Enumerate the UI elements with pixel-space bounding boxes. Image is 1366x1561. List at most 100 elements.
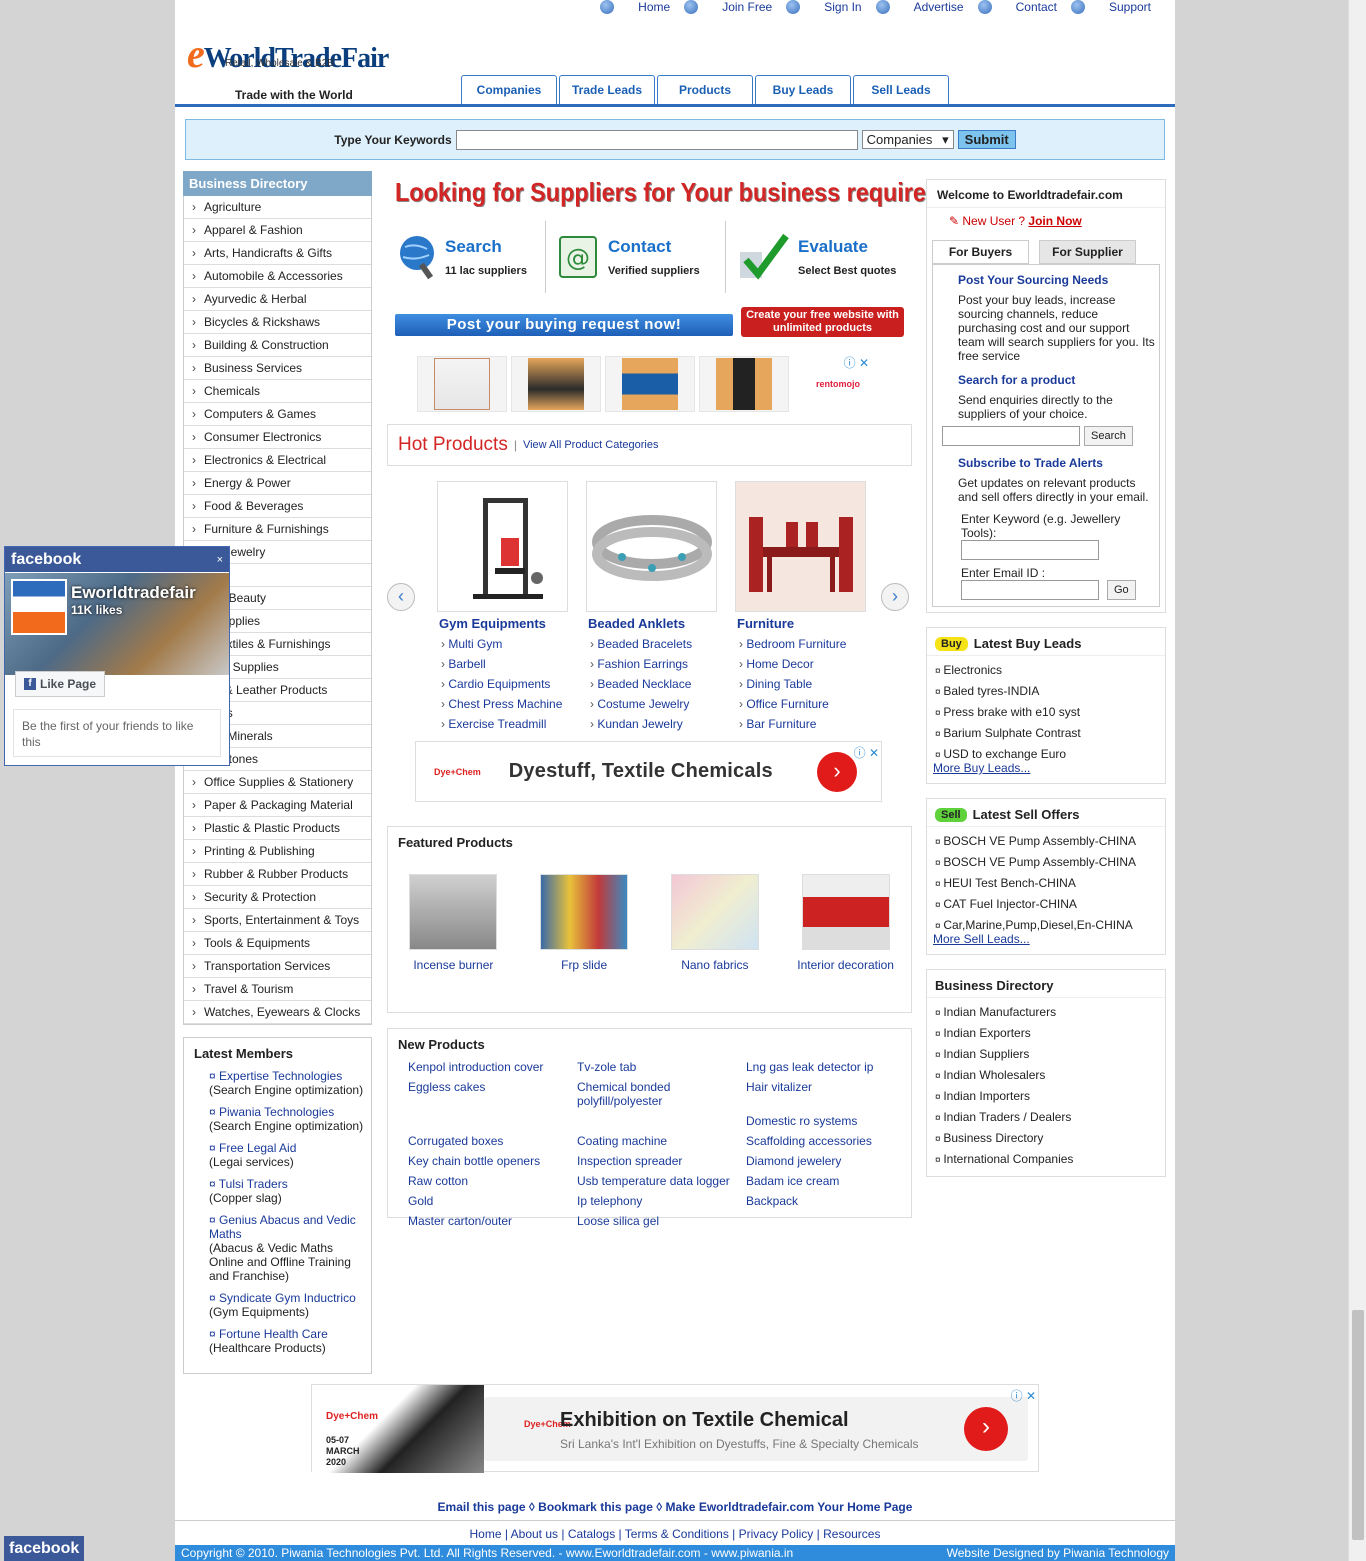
hot-subcategory-link[interactable]: Multi Gym: [441, 637, 577, 651]
ad-info-icon[interactable]: ⓘ ✕: [1011, 1387, 1036, 1404]
search-input[interactable]: [455, 129, 858, 150]
category-item[interactable]: Consumer Electronics: [184, 426, 371, 449]
bdir-link[interactable]: Indian Traders / Dealers: [927, 1107, 1165, 1128]
new-product-link[interactable]: Usb temperature data logger: [577, 1174, 746, 1188]
category-item[interactable]: Watches, Eyewears & Clocks: [184, 1001, 371, 1024]
bdir-link[interactable]: Indian Exporters: [927, 1023, 1165, 1044]
bdir-link[interactable]: Indian Wholesalers: [927, 1065, 1165, 1086]
hot-subcategory-link[interactable]: Office Furniture: [739, 697, 875, 711]
footer-link[interactable]: Resources: [823, 1527, 880, 1541]
footer-link[interactable]: Home: [470, 1527, 502, 1541]
nav-join-free[interactable]: Join Free: [684, 0, 772, 14]
hot-category-name[interactable]: Gym Equipments: [439, 616, 577, 631]
create-free-website-button[interactable]: Create your free website with unlimited …: [741, 307, 904, 337]
category-item[interactable]: Printing & Publishing: [184, 840, 371, 863]
sell-offer-item[interactable]: Car,Marine,Pump,Diesel,En-CHINA: [927, 915, 1165, 932]
category-item[interactable]: Furniture & Furnishings: [184, 518, 371, 541]
category-item[interactable]: Paper & Packaging Material: [184, 794, 371, 817]
post-sourcing-link[interactable]: Post Your Sourcing Needs: [958, 273, 1155, 287]
new-product-link[interactable]: Coating machine: [577, 1134, 746, 1148]
alert-keyword-input[interactable]: [961, 540, 1099, 560]
sell-offer-item[interactable]: BOSCH VE Pump Assembly-CHINA: [927, 852, 1165, 873]
buy-lead-item[interactable]: Baled tyres-INDIA: [927, 681, 1165, 702]
category-item[interactable]: Food & Beverages: [184, 495, 371, 518]
member-name-link[interactable]: Tulsi Traders: [209, 1177, 371, 1191]
category-item[interactable]: Plastic & Plastic Products: [184, 817, 371, 840]
carousel-prev-button[interactable]: ‹: [387, 583, 415, 611]
furniture-image[interactable]: [735, 481, 866, 612]
tab-for-buyers[interactable]: For Buyers: [932, 240, 1029, 264]
nav-advertise[interactable]: Advertise: [875, 0, 964, 14]
category-item[interactable]: Apparel & Fashion: [184, 219, 371, 242]
ad-thumb[interactable]: [417, 356, 508, 412]
new-product-link[interactable]: Hair vitalizer: [746, 1080, 906, 1108]
bdir-link[interactable]: Business Directory: [927, 1128, 1165, 1149]
close-icon[interactable]: ×: [217, 554, 223, 566]
category-item[interactable]: Sports, Entertainment & Toys: [184, 909, 371, 932]
hot-subcategory-link[interactable]: Cardio Equipments: [441, 677, 577, 691]
category-item[interactable]: Agriculture: [184, 196, 371, 219]
category-item[interactable]: Arts, Handicrafts & Gifts: [184, 242, 371, 265]
new-product-link[interactable]: Kenpol introduction cover: [408, 1060, 577, 1074]
view-all-categories-link[interactable]: View All Product Categories: [523, 439, 659, 451]
tab-products[interactable]: Products: [657, 75, 753, 104]
nav-support[interactable]: Support: [1070, 0, 1151, 14]
new-product-link[interactable]: Ip telephony: [577, 1194, 746, 1208]
scrollbar-thumb[interactable]: [1352, 1310, 1364, 1540]
bdir-link[interactable]: Indian Importers: [927, 1086, 1165, 1107]
facebook-page-name[interactable]: Eworldtradefair: [71, 583, 196, 603]
category-item[interactable]: Security & Protection: [184, 886, 371, 909]
category-item[interactable]: Rubber & Rubber Products: [184, 863, 371, 886]
new-product-link[interactable]: Eggless cakes: [408, 1080, 577, 1108]
tab-buy-leads[interactable]: Buy Leads: [755, 75, 851, 104]
hot-subcategory-link[interactable]: Barbell: [441, 657, 577, 671]
bdir-link[interactable]: Indian Manufacturers: [927, 1002, 1165, 1023]
new-product-link[interactable]: Diamond jewelery: [746, 1154, 906, 1168]
tab-sell-leads[interactable]: Sell Leads: [853, 75, 949, 104]
category-item[interactable]: Automobile & Accessories: [184, 265, 371, 288]
post-buying-request-button[interactable]: Post your buying request now!: [395, 314, 733, 336]
buy-lead-item[interactable]: Press brake with e10 syst: [927, 702, 1165, 723]
member-name-link[interactable]: Expertise Technologies: [209, 1069, 371, 1083]
featured-item[interactable]: Nano fabrics: [660, 874, 770, 972]
scrollbar[interactable]: [1348, 0, 1366, 1561]
footer-link[interactable]: Terms & Conditions: [625, 1527, 729, 1541]
new-product-link[interactable]: Master carton/outer: [408, 1214, 577, 1228]
chevron-right-icon[interactable]: ›: [964, 1407, 1008, 1451]
category-item[interactable]: Ayurvedic & Herbal: [184, 288, 371, 311]
more-sell-leads-link[interactable]: More Sell Leads...: [927, 932, 1165, 954]
carousel-next-button[interactable]: ›: [881, 583, 909, 611]
sell-offer-item[interactable]: HEUI Test Bench-CHINA: [927, 873, 1165, 894]
buy-lead-item[interactable]: USD to exchange Euro: [927, 744, 1165, 761]
join-now-link[interactable]: Join Now: [1028, 214, 1081, 228]
ad-info-icon[interactable]: ⓘ ✕: [844, 354, 869, 371]
featured-item[interactable]: Incense burner: [398, 874, 508, 972]
member-name-link[interactable]: Free Legal Aid: [209, 1141, 371, 1155]
page-avatar[interactable]: [11, 579, 67, 635]
dyestuff-ad[interactable]: Dye+Chem Dyestuff, Textile Chemicals › ⓘ…: [415, 741, 882, 802]
category-item[interactable]: Electronics & Electrical: [184, 449, 371, 472]
ad-info-icon[interactable]: ⓘ ✕: [854, 744, 879, 761]
member-name-link[interactable]: Syndicate Gym Inductrico: [209, 1291, 371, 1305]
new-product-link[interactable]: Tv-zole tab: [577, 1060, 746, 1074]
go-button[interactable]: Go: [1107, 580, 1136, 600]
featured-item[interactable]: Frp slide: [529, 874, 639, 972]
product-search-button[interactable]: Search: [1084, 426, 1133, 446]
category-item[interactable]: Business Services: [184, 357, 371, 380]
designed-by-text[interactable]: Website Designed by Piwania Technology: [947, 1546, 1169, 1560]
category-item[interactable]: Office Supplies & Stationery: [184, 771, 371, 794]
category-item[interactable]: Chemicals: [184, 380, 371, 403]
category-item[interactable]: Building & Construction: [184, 334, 371, 357]
hot-subcategory-link[interactable]: Kundan Jewelry: [590, 717, 726, 731]
category-item[interactable]: Travel & Tourism: [184, 978, 371, 1001]
hot-subcategory-link[interactable]: Home Decor: [739, 657, 875, 671]
tab-companies[interactable]: Companies: [461, 75, 557, 104]
footer-actions[interactable]: Email this page ◊ Bookmark this page ◊ M…: [175, 1500, 1175, 1514]
nav-sign-in[interactable]: Sign In: [786, 0, 862, 14]
category-item[interactable]: Energy & Power: [184, 472, 371, 495]
rentomojo-ad[interactable]: rentomojo ⓘ ✕: [417, 356, 883, 412]
footer-link[interactable]: Privacy Policy: [739, 1527, 814, 1541]
featured-item-label[interactable]: Nano fabrics: [660, 958, 770, 972]
bdir-link[interactable]: Indian Suppliers: [927, 1044, 1165, 1065]
tab-trade-leads[interactable]: Trade Leads: [559, 75, 655, 104]
